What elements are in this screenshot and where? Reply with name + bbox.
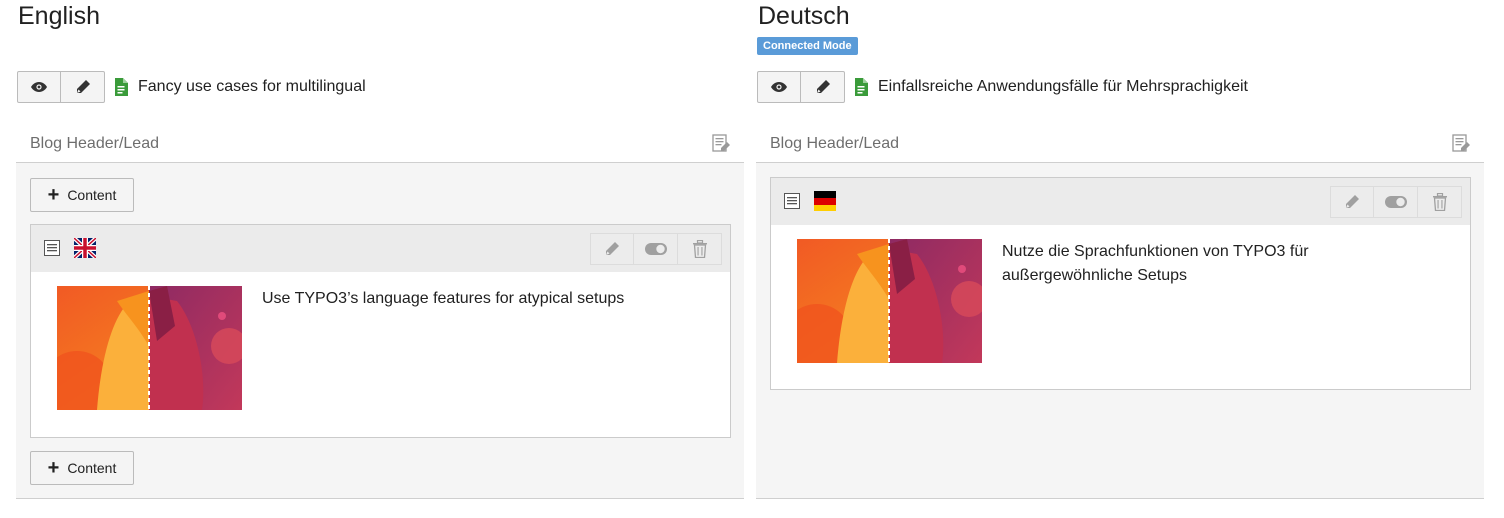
content-element: Nutze die Sprachfunktionen von TYPO3 für… — [770, 177, 1471, 390]
column-position-label: Blog Header/Lead — [770, 135, 899, 152]
toggle-icon — [644, 243, 667, 255]
page-icon — [115, 78, 128, 96]
add-content-button[interactable]: + Content — [30, 451, 134, 485]
page-button-group — [17, 71, 105, 103]
trash-icon — [692, 240, 707, 258]
content-element-header — [771, 178, 1470, 225]
language-title: English — [18, 2, 100, 30]
eye-icon — [771, 82, 787, 92]
trash-icon — [1432, 193, 1447, 211]
language-title: Deutsch — [758, 2, 850, 30]
plus-icon: + — [47, 457, 60, 479]
edit-record-icon[interactable] — [1452, 134, 1472, 154]
view-page-button[interactable] — [17, 71, 61, 103]
content-element-actions — [1330, 186, 1462, 218]
element-bodytext: Nutze die Sprachfunktionen von TYPO3 für… — [1002, 243, 1309, 284]
pencil-icon — [76, 80, 90, 93]
eye-icon — [31, 82, 47, 92]
add-content-label: Content — [67, 460, 117, 476]
edit-page-button[interactable] — [801, 71, 845, 103]
delete-element-button[interactable] — [678, 233, 722, 265]
text-content-icon — [784, 193, 800, 209]
column-position-body: + Content Use TYPO3’s language features … — [16, 163, 744, 499]
column-position-body: Nutze die Sprachfunktionen von TYPO3 für… — [756, 163, 1484, 499]
connected-mode-badge: Connected Mode — [757, 37, 858, 55]
toggle-visibility-button[interactable] — [634, 233, 678, 265]
delete-element-button[interactable] — [1418, 186, 1462, 218]
page-title[interactable]: Einfallsreiche Anwendungsfälle für Mehrs… — [878, 78, 1248, 96]
germany-flag-icon — [814, 191, 836, 211]
toggle-icon — [1384, 196, 1407, 208]
edit-element-button[interactable] — [590, 233, 634, 265]
page-icon — [855, 78, 868, 96]
uk-flag-icon — [74, 238, 96, 258]
page-title[interactable]: Fancy use cases for multilingual — [138, 78, 366, 96]
edit-record-icon[interactable] — [712, 134, 732, 154]
content-element-header — [31, 225, 730, 272]
language-column-deutsch: Deutsch Connected Mode Einfallsreiche An… — [756, 0, 1484, 518]
element-bodytext: Use TYPO3’s language features for atypic… — [262, 290, 625, 307]
edit-page-button[interactable] — [61, 71, 105, 103]
column-position-header: Blog Header/Lead — [16, 126, 744, 163]
pencil-icon — [606, 242, 619, 255]
edit-element-button[interactable] — [1330, 186, 1374, 218]
plus-icon: + — [47, 184, 60, 206]
add-content-button[interactable]: + Content — [30, 178, 134, 212]
element-thumbnail — [57, 286, 242, 410]
page-button-group — [757, 71, 845, 103]
language-column-english: English Fancy use cases for multilingual… — [16, 0, 744, 518]
add-content-label: Content — [67, 187, 117, 203]
column-position-label: Blog Header/Lead — [30, 135, 159, 152]
pencil-icon — [1346, 195, 1359, 208]
content-element: Use TYPO3’s language features for atypic… — [30, 224, 731, 438]
view-page-button[interactable] — [757, 71, 801, 103]
text-content-icon — [44, 240, 60, 256]
pencil-icon — [816, 80, 830, 93]
toggle-visibility-button[interactable] — [1374, 186, 1418, 218]
content-element-actions — [590, 233, 722, 265]
element-thumbnail — [797, 239, 982, 363]
column-position-header: Blog Header/Lead — [756, 126, 1484, 163]
